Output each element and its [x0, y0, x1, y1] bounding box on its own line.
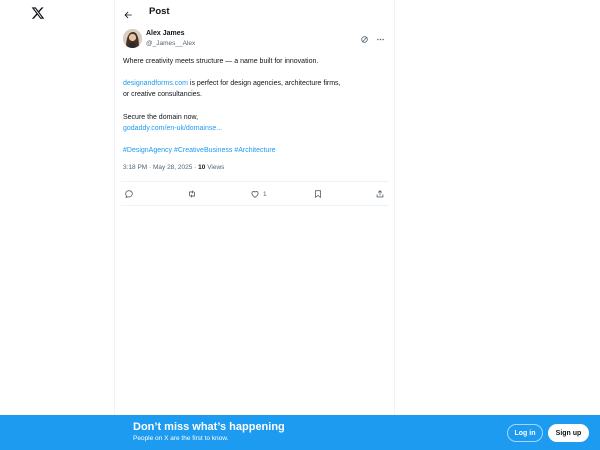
- post-meta: 3:18 PM · May 28, 2025 · 10 Views: [123, 164, 224, 171]
- hashtag-link[interactable]: #Architecture: [234, 147, 275, 154]
- banner-title: Don’t miss what’s happening: [133, 421, 285, 433]
- post-column: Post Alex James @_James__Alex Where crea…: [114, 0, 395, 450]
- post-text-fragment: is perfect for design agencies, architec…: [187, 80, 341, 87]
- post-timestamp[interactable]: 3:18 PM · May 28, 2025 ·: [123, 164, 198, 171]
- x-logo-icon[interactable]: [31, 6, 45, 20]
- author-name[interactable]: Alex James: [146, 30, 185, 37]
- domain-link[interactable]: designandforms.com: [123, 80, 188, 87]
- bookmark-icon: [315, 190, 321, 199]
- banner-subtitle: People on X are the first to know.: [133, 435, 229, 442]
- post-actions: 1: [115, 185, 394, 203]
- post-text-line: godaddy.com/en-uk/domainse...: [123, 123, 388, 134]
- reply-button[interactable]: [124, 187, 134, 201]
- post-text-line: designandforms.com is perfect for design…: [123, 78, 388, 89]
- post-text-line: Where creativity meets structure — a nam…: [123, 58, 319, 65]
- divider: [121, 205, 389, 206]
- reply-icon: [125, 190, 133, 199]
- like-count: 1: [263, 190, 267, 198]
- bookmark-button[interactable]: [313, 187, 323, 201]
- page-title: Post: [149, 6, 170, 17]
- author-handle[interactable]: @_James__Alex: [146, 40, 195, 47]
- right-area: [395, 0, 600, 415]
- post-header: Post: [115, 0, 394, 25]
- repost-icon: [189, 190, 195, 198]
- hashtag-link[interactable]: #DesignAgency: [123, 147, 172, 154]
- post-author: Alex James @_James__Alex: [123, 29, 388, 51]
- more-icon[interactable]: [376, 31, 385, 41]
- arrow-left-icon[interactable]: [123, 7, 133, 19]
- godaddy-link[interactable]: godaddy.com/en-uk/domainse...: [123, 125, 222, 132]
- left-rail: [0, 0, 114, 450]
- heart-icon: [251, 191, 259, 198]
- share-button[interactable]: [375, 187, 385, 201]
- hashtag-link[interactable]: #CreativeBusiness: [174, 147, 232, 154]
- avatar[interactable]: [123, 29, 142, 48]
- divider: [121, 181, 389, 182]
- signup-button[interactable]: Sign up: [548, 424, 589, 442]
- login-button[interactable]: Log in: [507, 424, 543, 442]
- hashtag-line: #DesignAgency #CreativeBusiness #Archite…: [123, 145, 388, 156]
- like-button[interactable]: 1: [250, 187, 267, 201]
- share-icon: [376, 190, 384, 198]
- post-text-line: or creative consultancies.: [123, 91, 202, 98]
- views-label: Views: [205, 164, 225, 171]
- post-text-line: Secure the domain now,: [123, 114, 199, 121]
- grok-icon[interactable]: [360, 31, 369, 43]
- repost-button[interactable]: [187, 187, 197, 201]
